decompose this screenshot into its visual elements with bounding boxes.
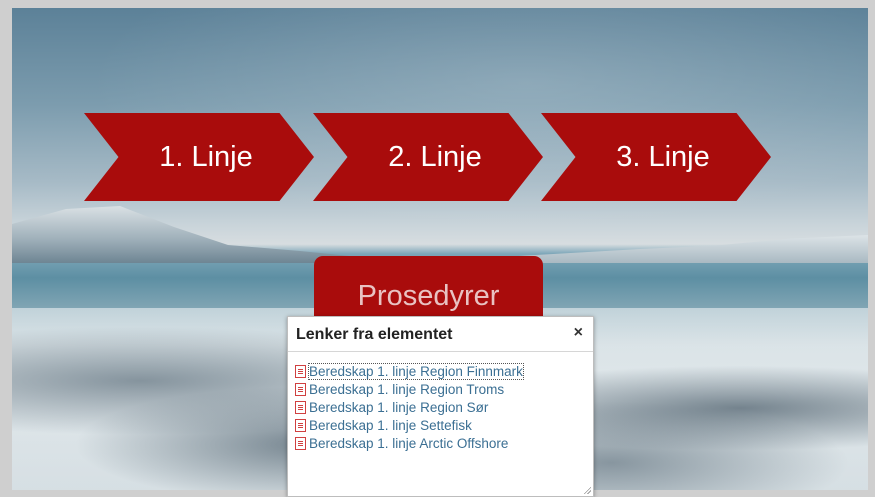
chevron-linje-2[interactable]: 2. Linje: [313, 113, 543, 201]
link-label: Beredskap 1. linje Region Finnmark: [308, 362, 524, 380]
pdf-icon: [295, 382, 306, 396]
link-list: Beredskap 1. linje Region Finnmark Bered…: [288, 352, 593, 452]
chevron-linje-3[interactable]: 3. Linje: [541, 113, 771, 201]
pdf-icon: [295, 364, 306, 378]
link-label: Beredskap 1. linje Region Sør: [309, 399, 489, 415]
chevron-label: 1. Linje: [159, 140, 253, 173]
chevron-label: 3. Linje: [616, 140, 710, 173]
link-settefisk[interactable]: Beredskap 1. linje Settefisk: [295, 416, 593, 434]
chevron-label: 2. Linje: [388, 140, 482, 173]
pdf-icon: [295, 418, 306, 432]
pdf-icon: [295, 436, 306, 450]
link-label: Beredskap 1. linje Settefisk: [309, 417, 472, 433]
link-troms[interactable]: Beredskap 1. linje Region Troms: [295, 380, 593, 398]
links-popup: Lenker fra elementet × Beredskap 1. linj…: [287, 316, 594, 497]
pdf-icon: [295, 400, 306, 414]
resize-grip[interactable]: [583, 486, 591, 494]
popup-title: Lenker fra elementet: [296, 326, 453, 343]
close-icon[interactable]: ×: [574, 324, 583, 342]
link-arctic-offshore[interactable]: Beredskap 1. linje Arctic Offshore: [295, 434, 593, 452]
chevron-linje-1[interactable]: 1. Linje: [84, 113, 314, 201]
link-finnmark[interactable]: Beredskap 1. linje Region Finnmark: [295, 362, 593, 380]
procedures-label: Prosedyrer: [357, 280, 500, 312]
popup-header: Lenker fra elementet ×: [288, 317, 593, 352]
link-sor[interactable]: Beredskap 1. linje Region Sør: [295, 398, 593, 416]
link-label: Beredskap 1. linje Region Troms: [309, 381, 505, 397]
link-label: Beredskap 1. linje Arctic Offshore: [309, 435, 509, 451]
